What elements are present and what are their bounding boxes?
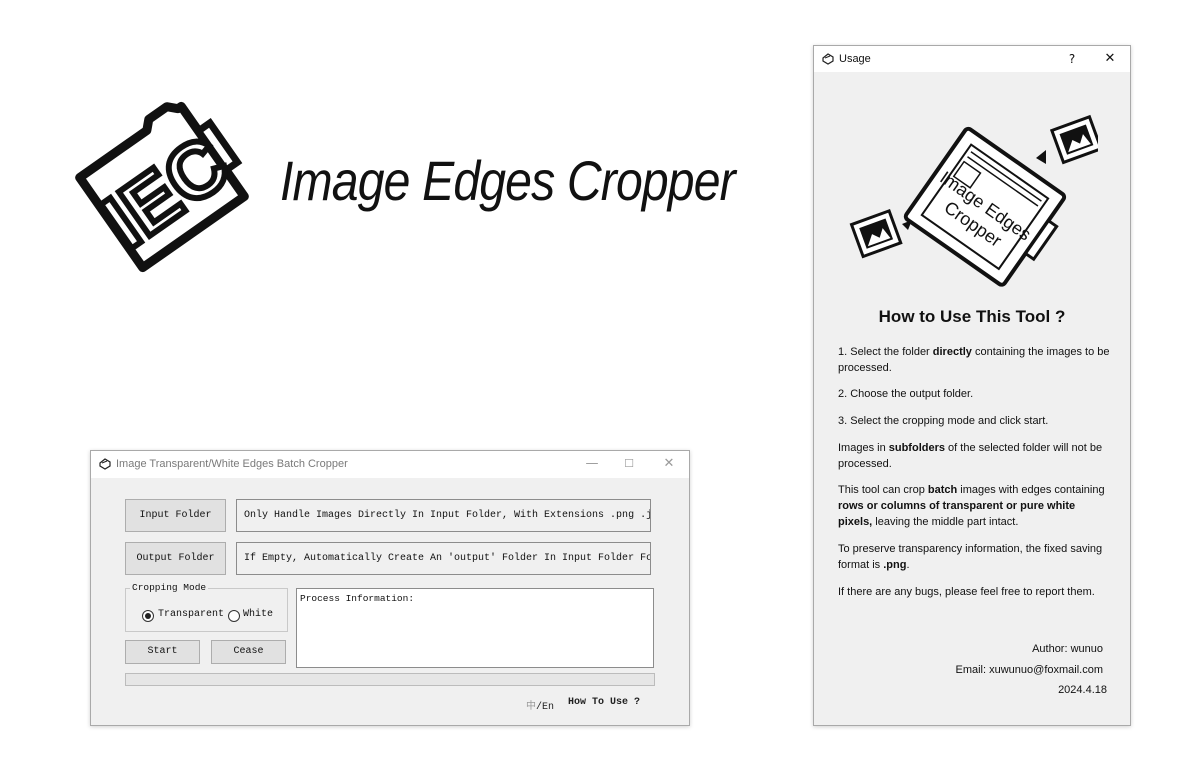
usage-window: Usage ? ✕ Image Edges Cropper How to Use… [813,45,1131,726]
progress-bar [125,673,655,686]
usage-titlebar[interactable]: Usage ? ✕ [814,46,1130,72]
main-window: Image Transparent/White Edges Batch Crop… [90,450,690,726]
close-button[interactable]: ✕ [658,454,680,474]
input-folder-button[interactable]: Input Folder [125,499,226,532]
output-folder-button[interactable]: Output Folder [125,542,226,575]
main-window-title: Image Transparent/White Edges Batch Crop… [116,458,348,470]
usage-heading: How to Use This Tool ? [878,307,1066,326]
minimize-button[interactable]: — [581,454,603,474]
process-info-label: Process Information: [300,593,415,604]
usage-step-1: 1. Select the folder directly containing… [838,346,1110,374]
usage-date: 2024.4.18 [1058,684,1107,696]
usage-batch-note: This tool can crop batch images with edg… [838,484,1105,528]
usage-close-button[interactable]: ✕ [1099,49,1121,69]
app-icon [99,458,111,470]
usage-bugs-note: If there are any bugs, please feel free … [838,586,1095,598]
usage-window-title: Usage [839,53,871,65]
cropper-illustration-icon: Image Edges Cropper [849,114,1098,287]
usage-author: Author: wunuo [1032,643,1103,655]
lang-zh-link[interactable]: 中 [526,702,536,713]
input-folder-field[interactable]: Only Handle Images Directly In Input Fol… [236,499,651,532]
cease-button[interactable]: Cease [211,640,286,664]
iec-logo-icon: IEC [75,101,249,273]
white-radio-label[interactable]: White [243,609,273,620]
help-button[interactable]: ? [1061,49,1083,69]
transparent-radio-label[interactable]: Transparent [158,609,224,620]
process-info-box[interactable]: Process Information: [296,588,654,668]
cropping-mode-label: Cropping Mode [130,582,209,593]
start-button[interactable]: Start [125,640,200,664]
usage-email: Email: xuwunuo@foxmail.com [955,664,1104,676]
white-radio[interactable] [228,610,240,622]
usage-step-2: 2. Choose the output folder. [838,388,974,400]
logo-title: Image Edges Cropper [280,149,736,212]
transparent-radio[interactable] [142,610,154,622]
usage-subfolders-note: Images in subfolders of the selected fol… [838,442,1103,470]
how-to-use-link[interactable]: How To Use ? [568,697,640,708]
usage-transparency-note: To preserve transparency information, th… [838,543,1103,571]
maximize-button[interactable]: ☐ [618,454,640,474]
usage-app-icon [822,53,834,65]
cropping-mode-group: Cropping Mode Transparent White [125,582,288,632]
main-titlebar[interactable]: Image Transparent/White Edges Batch Crop… [91,451,689,478]
output-folder-field[interactable]: If Empty, Automatically Create An 'outpu… [236,542,651,575]
language-switch[interactable]: 中/En [526,697,554,713]
lang-en-link[interactable]: En [542,702,554,713]
usage-step-3: 3. Select the cropping mode and click st… [838,415,1049,427]
